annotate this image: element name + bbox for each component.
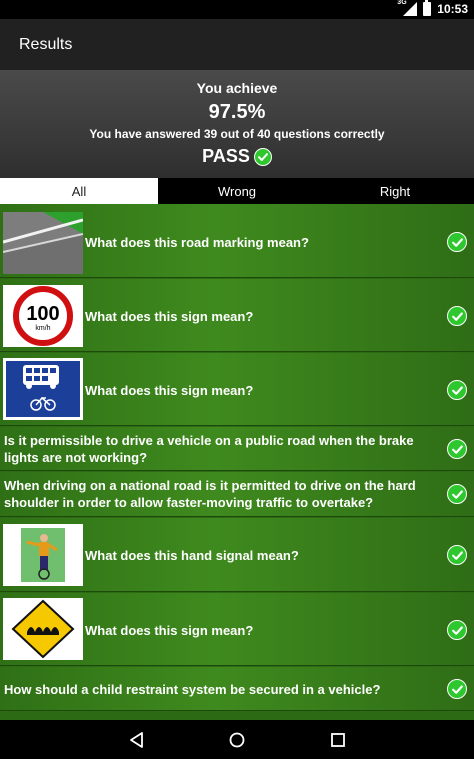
recents-icon[interactable] [329,731,347,749]
navigation-bar [0,720,474,759]
bus-lane-sign [3,358,83,420]
cyclist-hand-signal-image [3,524,83,586]
check-circle-icon [447,620,467,640]
list-item[interactable]: Is it permissible to drive a vehicle on … [0,427,474,471]
check-circle-icon [253,147,272,166]
back-icon[interactable] [128,731,146,749]
check-circle-icon [447,484,467,504]
svg-text:km/h: km/h [35,325,50,332]
app-bar: Results [0,19,474,70]
road-marking-image [3,212,83,274]
svg-text:100: 100 [26,303,59,325]
list-item[interactable]: What does this road marking mean? [0,204,474,278]
speed-limit-100-sign: 100 km/h [3,285,83,347]
tab-all[interactable]: All [0,178,158,204]
question-text: What does this hand signal mean? [85,548,299,563]
status-time: 10:53 [437,2,468,16]
tab-right[interactable]: Right [316,178,474,204]
question-text: What does this road marking mean? [85,235,309,250]
results-summary: You achieve 97.5% You have answered 39 o… [0,70,474,178]
check-circle-icon [447,306,467,326]
status-bar: 3G 10:53 [0,0,474,19]
page-title: Results [19,36,73,53]
list-item[interactable]: How should a child restraint system be s… [0,667,474,711]
check-circle-icon [447,679,467,699]
check-circle-icon [447,232,467,252]
home-icon[interactable] [228,731,246,749]
question-text: What does this sign mean? [85,623,254,638]
check-circle-icon [447,545,467,565]
achieve-label: You achieve [196,80,278,96]
result-label: PASS [202,146,250,166]
list-item[interactable]: What does this sign mean? [0,593,474,666]
question-text: What does this sign mean? [85,383,254,398]
check-circle-icon [447,380,467,400]
tab-wrong[interactable]: Wrong [158,178,316,204]
question-text: Is it permissible to drive a vehicle on … [4,433,414,465]
question-text: What does this sign mean? [85,309,254,324]
uneven-road-warning-sign [3,598,83,660]
signal-icon: 3G [397,0,418,16]
list-item[interactable]: What does this hand signal mean? [0,518,474,592]
answered-text: You have answered 39 out of 40 questions… [89,127,385,141]
score-percent: 97.5% [208,101,266,123]
list-item[interactable]: When driving on a national road is it pe… [0,472,474,517]
check-circle-icon [447,439,467,459]
question-text: When driving on a national road is it pe… [4,478,416,510]
list-item[interactable]: 100 km/h What does this sign mean? [0,279,474,352]
list-item[interactable]: What does this sign mean? [0,353,474,426]
question-text: How should a child restraint system be s… [4,682,381,697]
battery-icon [423,0,432,16]
question-list[interactable]: What does this road marking mean? 100 km… [0,204,474,720]
filter-tabs: All Wrong Right [0,178,474,204]
